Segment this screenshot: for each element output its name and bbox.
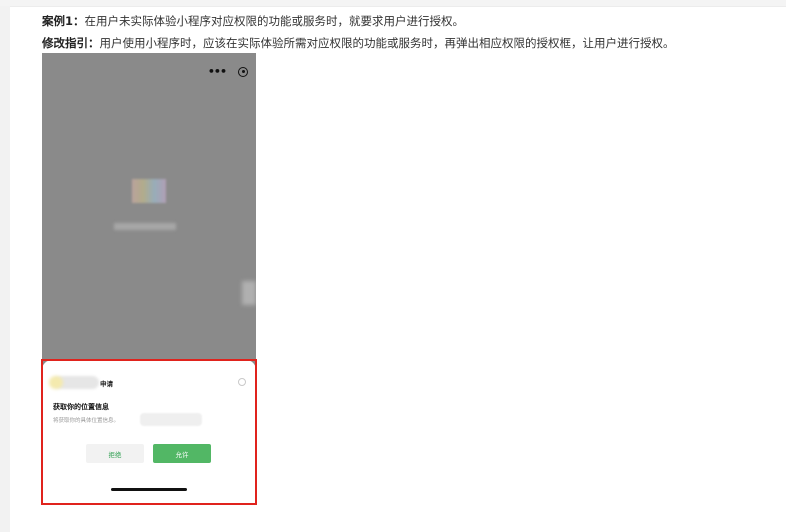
case-label: 案例1： <box>42 14 85 28</box>
guide-text: 用户使用小程序时，应该在实际体验所需对应权限的功能或服务时，再弹出相应权限的授权… <box>99 36 675 50</box>
reject-button[interactable]: 拒绝 <box>86 444 144 463</box>
more-dots-icon[interactable]: ••• <box>208 65 227 78</box>
info-icon[interactable] <box>238 378 246 386</box>
close-target-icon[interactable] <box>238 66 248 77</box>
app-avatar-blurred <box>51 376 99 389</box>
app-name-blurred <box>114 223 176 230</box>
side-blurred-element <box>242 281 256 305</box>
permission-title: 获取你的位置信息 <box>53 403 109 411</box>
miniprogram-capsule: ••• <box>208 65 248 78</box>
permission-detail-blurred <box>140 413 202 426</box>
allow-button[interactable]: 允许 <box>153 444 211 463</box>
apply-label: 申请 <box>100 380 113 388</box>
guide-label: 修改指引： <box>42 36 100 50</box>
top-strip <box>0 0 786 7</box>
app-logo <box>132 179 166 203</box>
left-gutter <box>0 6 10 532</box>
guide-line: 修改指引：用户使用小程序时，应该在实际体验所需对应权限的功能或服务时，再弹出相应… <box>42 35 675 51</box>
permission-sheet: 申请 获取你的位置信息 将获取你的具体位置信息。 拒绝 允许 <box>42 360 256 504</box>
home-indicator <box>111 488 187 491</box>
case-line: 案例1：在用户未实际体验小程序对应权限的功能或服务时，就要求用户进行授权。 <box>42 13 464 29</box>
phone-screenshot: ••• 申请 获取你的位置信息 将获取你的具体位置信息。 拒绝 允许 <box>42 53 256 504</box>
permission-description: 将获取你的具体位置信息。 <box>53 418 120 424</box>
case-text: 在用户未实际体验小程序对应权限的功能或服务时，就要求用户进行授权。 <box>84 14 465 28</box>
